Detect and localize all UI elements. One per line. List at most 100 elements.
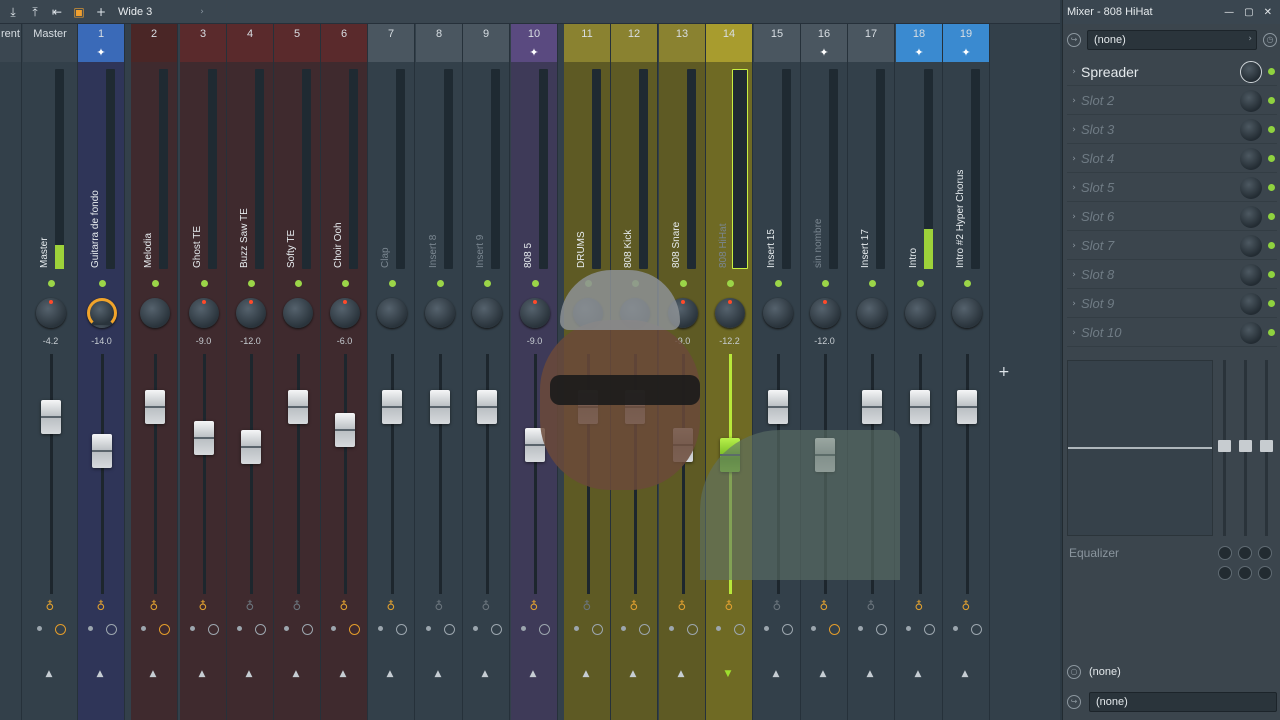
route-arrow-icon[interactable]: ▲: [340, 669, 347, 679]
clock-icon[interactable]: [781, 624, 793, 635]
mute-led[interactable]: [388, 280, 396, 287]
pan-knob[interactable]: [188, 298, 219, 328]
slot-mix-knob[interactable]: [1240, 176, 1262, 199]
mixer-strip[interactable]: 13 808 Snare -9.0 ♁ ▲: [659, 24, 706, 720]
route-arrow-icon[interactable]: ▲: [293, 669, 300, 679]
slot-mix-knob[interactable]: [1240, 205, 1262, 228]
strip-header[interactable]: 6: [321, 24, 367, 62]
eq-band-low[interactable]: [1218, 360, 1231, 536]
volume-fader[interactable]: [624, 389, 645, 424]
clock-icon[interactable]: [54, 624, 66, 635]
strip-name[interactable]: DRUMS: [576, 138, 588, 268]
slot-enable-led[interactable]: [1268, 97, 1275, 104]
volume-fader[interactable]: [524, 427, 545, 462]
mixer-strip[interactable]: Master Master -4.2 ♁ ▲: [23, 24, 78, 720]
pan-knob[interactable]: [424, 298, 455, 328]
strip-name[interactable]: Insert 15: [766, 138, 778, 268]
mixer-strip[interactable]: 7 Clap ♁ ▲: [368, 24, 415, 720]
slot-mix-knob[interactable]: [1240, 60, 1262, 83]
clock-icon[interactable]: [207, 624, 219, 635]
mute-led[interactable]: [963, 280, 971, 287]
mixer-strip[interactable]: 8 Insert 8 ♁ ▲: [416, 24, 463, 720]
route-icon[interactable]: ✦: [96, 46, 105, 59]
minimize-icon[interactable]: —: [1224, 7, 1234, 18]
clock-icon[interactable]: [538, 624, 550, 635]
mute-led[interactable]: [916, 280, 924, 287]
pan-knob[interactable]: [572, 298, 603, 328]
pan-knob[interactable]: [762, 298, 793, 328]
volume-fader[interactable]: [956, 389, 977, 424]
chevron-right-icon[interactable]: ›: [1067, 270, 1081, 280]
strip-header[interactable]: 2: [131, 24, 177, 62]
bulb-icon[interactable]: ♁: [820, 599, 829, 613]
clock-icon[interactable]: [638, 624, 650, 635]
volume-fader[interactable]: [767, 389, 788, 424]
volume-fader[interactable]: [476, 389, 497, 424]
mixer-strip[interactable]: 6 Choir Ooh -6.0 ♁ ▲: [321, 24, 368, 720]
route-arrow-icon[interactable]: ▲: [482, 669, 489, 679]
mute-led[interactable]: [436, 280, 444, 287]
route-arrow-icon[interactable]: ▲: [820, 669, 827, 679]
strip-header[interactable]: 5: [274, 24, 320, 62]
strip-name[interactable]: Insert 17: [860, 138, 872, 268]
chevron-right-icon[interactable]: ›: [1067, 328, 1081, 338]
volume-fader[interactable]: [429, 389, 450, 424]
strip-name[interactable]: Master: [39, 138, 51, 268]
clock-icon[interactable]: [828, 624, 840, 635]
mixer-strip[interactable]: 19 ✦ Intro #2 Hyper Chorus ♁ ▲: [943, 24, 990, 720]
mute-led[interactable]: [679, 280, 687, 287]
route-arrow-icon[interactable]: ▲: [867, 669, 874, 679]
record-dot[interactable]: [189, 626, 195, 631]
record-dot[interactable]: [668, 626, 674, 631]
volume-fader[interactable]: [381, 389, 402, 424]
record-dot[interactable]: [620, 626, 626, 631]
pan-knob[interactable]: [714, 298, 745, 328]
bulb-icon[interactable]: ♁: [962, 599, 971, 613]
bulb-icon[interactable]: ♁: [97, 599, 106, 613]
slot-enable-led[interactable]: [1268, 271, 1275, 278]
mute-led[interactable]: [584, 280, 592, 287]
strip-header[interactable]: 11: [564, 24, 610, 62]
strip-name[interactable]: 808 HiHat: [718, 138, 730, 268]
volume-fader[interactable]: [287, 389, 308, 424]
strip-name[interactable]: Clap: [380, 138, 392, 268]
strip-name[interactable]: Guitarra de fondo: [90, 138, 102, 268]
pan-knob[interactable]: [86, 298, 117, 328]
record-dot[interactable]: [425, 626, 431, 631]
strip-header[interactable]: 7: [368, 24, 414, 62]
volume-fader[interactable]: [193, 421, 214, 456]
record-dot[interactable]: [573, 626, 579, 631]
pan-knob[interactable]: [519, 298, 550, 328]
pan-knob[interactable]: [619, 298, 650, 328]
mute-led[interactable]: [247, 280, 255, 287]
record-dot[interactable]: [763, 626, 769, 631]
clock-icon[interactable]: [158, 624, 170, 635]
slot-enable-led[interactable]: [1268, 126, 1275, 133]
record-dot[interactable]: [140, 626, 146, 631]
preset-select[interactable]: (none) ›: [1087, 30, 1257, 50]
slot-enable-led[interactable]: [1268, 242, 1275, 249]
layout-preset-label[interactable]: Wide 3: [118, 6, 152, 18]
mixer-strip[interactable]: 5 Softy TE ♁ ▲: [274, 24, 321, 720]
slot-mix-knob[interactable]: [1240, 263, 1262, 286]
clock-icon[interactable]: [348, 624, 360, 635]
chevron-right-icon[interactable]: ›: [1067, 299, 1081, 309]
bulb-icon[interactable]: ♁: [725, 599, 734, 613]
strip-name[interactable]: Intro: [908, 138, 920, 268]
pan-knob[interactable]: [282, 298, 313, 328]
strip-name[interactable]: 808 Kick: [623, 138, 635, 268]
record-dot[interactable]: [87, 626, 93, 631]
chevron-right-icon[interactable]: ›: [1067, 212, 1081, 222]
slot-enable-led[interactable]: [1268, 213, 1275, 220]
arrow-down-icon[interactable]: ⤓: [6, 5, 20, 19]
route-arrow-icon[interactable]: ▲: [630, 669, 637, 679]
strip-header[interactable]: 15: [754, 24, 800, 62]
record-dot[interactable]: [857, 626, 863, 631]
route-arrow-icon[interactable]: ▲: [435, 669, 442, 679]
effect-slot[interactable]: › Slot 9: [1067, 290, 1277, 318]
effect-slot[interactable]: › Slot 7: [1067, 232, 1277, 260]
effect-slot[interactable]: › Slot 2: [1067, 87, 1277, 115]
slot-enable-led[interactable]: [1268, 68, 1275, 75]
add-icon[interactable]: +: [94, 5, 108, 19]
volume-fader[interactable]: [240, 429, 261, 464]
